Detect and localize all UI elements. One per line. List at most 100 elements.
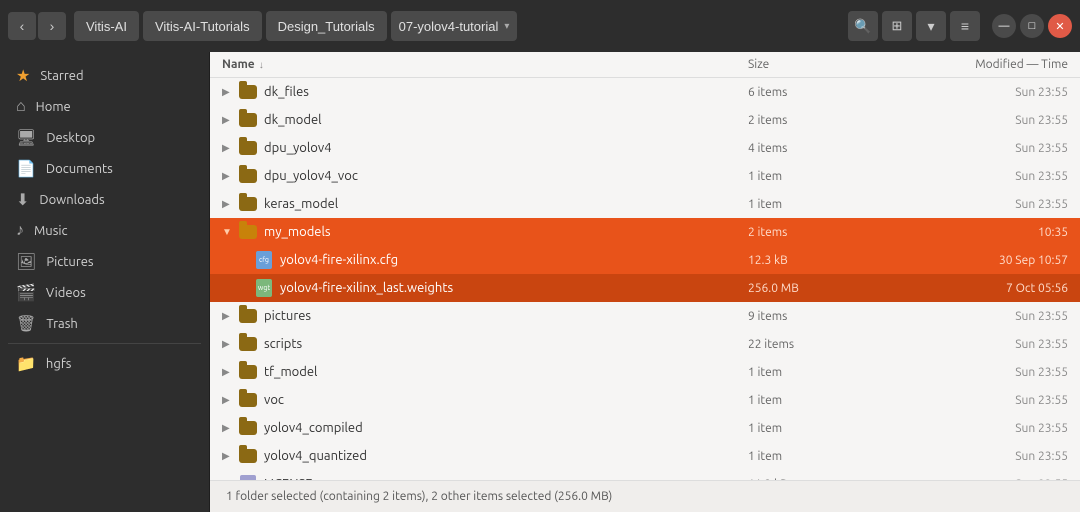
file-size: 1 item [748,366,868,379]
expand-icon: ▶ [222,450,238,462]
sidebar-item-downloads[interactable]: ⬇ Downloads [0,184,209,215]
table-row[interactable]: ▶ tf_model 1 item Sun 23:55 [210,358,1080,386]
col-name-label: Name [222,58,255,71]
sidebar-label-videos: Videos [46,286,86,300]
close-button[interactable]: ✕ [1048,14,1072,38]
file-size: 256.0 MB [748,282,868,295]
table-row-selected-weights[interactable]: wgt yolov4-fire-xilinx_last.weights 256.… [210,274,1080,302]
file-size: 1 item [748,422,868,435]
folder-icon [238,82,258,102]
breadcrumb-vitis-ai[interactable]: Vitis-AI [74,11,139,41]
folder-icon [238,334,258,354]
table-row[interactable]: ▶ voc 1 item Sun 23:55 [210,386,1080,414]
sidebar-item-pictures[interactable]: 🖼 Pictures [0,246,209,277]
file-size: 1 item [748,198,868,211]
file-size: 2 items [748,114,868,127]
hamburger-icon: ≡ [961,18,969,34]
expand-icon: ▶ [222,310,238,322]
table-row[interactable]: ▶ yolov4_quantized 1 item Sun 23:55 [210,442,1080,470]
sidebar-item-music[interactable]: ♪ Music [0,215,209,246]
table-row[interactable]: ▶ keras_model 1 item Sun 23:55 [210,190,1080,218]
table-row-selected[interactable]: ▼ my_models 2 items 10:35 [210,218,1080,246]
file-name: my_models [264,225,748,239]
sidebar-item-desktop[interactable]: 🖥 Desktop [0,122,209,153]
expand-icon: ▼ [222,226,238,238]
back-button[interactable]: ‹ [8,12,36,40]
status-text: 1 folder selected (containing 2 items), … [226,490,612,503]
table-row[interactable]: ▶ dk_files 6 items Sun 23:55 [210,78,1080,106]
folder-icon [238,418,258,438]
sidebar-item-hgfs[interactable]: 📁 hgfs [0,348,209,379]
forward-button[interactable]: › [38,12,66,40]
sidebar-label-music: Music [34,224,68,238]
table-row[interactable]: ▶ scripts 22 items Sun 23:55 [210,330,1080,358]
sidebar-label-home: Home [36,100,71,114]
file-list: ▶ dk_files 6 items Sun 23:55 ▶ dk_model … [210,78,1080,480]
grid-view-button[interactable]: ⊞ [882,11,912,41]
folder-icon [238,222,258,242]
expand-icon: ▶ [222,114,238,126]
file-size: 6 items [748,86,868,99]
file-size: 22 items [748,338,868,351]
file-date: Sun 23:55 [868,450,1068,463]
search-icon: 🔍 [854,18,871,35]
expand-icon: ▶ [222,86,238,98]
sidebar-label-desktop: Desktop [46,131,95,145]
breadcrumb-yolov4[interactable]: 07-yolov4-tutorial ▾ [391,11,518,41]
sidebar-item-home[interactable]: ⌂ Home [0,91,209,122]
folder-icon [238,110,258,130]
weights-file-icon: wgt [254,278,274,298]
file-date: Sun 23:55 [868,394,1068,407]
sidebar-label-starred: Starred [40,69,83,83]
search-button[interactable]: 🔍 [848,11,878,41]
file-name: yolov4_compiled [264,421,748,435]
sidebar-label-trash: Trash [46,317,77,331]
table-row[interactable]: ▶ dpu_yolov4_voc 1 item Sun 23:55 [210,162,1080,190]
file-name: dpu_yolov4_voc [264,169,748,183]
table-row[interactable]: ▶ pictures 9 items Sun 23:55 [210,302,1080,330]
minimize-button[interactable]: — [992,14,1016,38]
file-date: Sun 23:55 [868,86,1068,99]
maximize-button[interactable]: □ [1020,14,1044,38]
file-date: Sun 23:55 [868,338,1068,351]
sidebar-item-documents[interactable]: 📄 Documents [0,153,209,184]
sidebar-item-videos[interactable]: 🎬 Videos [0,277,209,308]
table-row-selected[interactable]: cfg yolov4-fire-xilinx.cfg 12.3 kB 30 Se… [210,246,1080,274]
breadcrumb-design[interactable]: Design_Tutorials [266,11,387,41]
expand-icon: ▶ [222,366,238,378]
table-row[interactable]: ▶ yolov4_compiled 1 item Sun 23:55 [210,414,1080,442]
desktop-icon: 🖥 [16,128,36,147]
file-size: 4 items [748,142,868,155]
documents-icon: 📄 [16,159,36,178]
sidebar-item-starred[interactable]: ★ Starred [0,60,209,91]
file-date: Sun 23:55 [868,114,1068,127]
folder-icon [238,446,258,466]
table-row[interactable]: ▶ dpu_yolov4 4 items Sun 23:55 [210,134,1080,162]
file-name: scripts [264,337,748,351]
file-date: Sun 23:55 [868,142,1068,155]
folder-icon [238,166,258,186]
expand-icon: ▶ [222,394,238,406]
main-content: ★ Starred ⌂ Home 🖥 Desktop 📄 Documents ⬇… [0,52,1080,512]
sidebar-item-trash[interactable]: 🗑 Trash [0,308,209,339]
file-size: 2 items [748,226,868,239]
file-date: Sun 23:55 [868,310,1068,323]
menu-button[interactable]: ≡ [950,11,980,41]
file-name: pictures [264,309,748,323]
breadcrumb-tutorials[interactable]: Vitis-AI-Tutorials [143,11,262,41]
file-date: 7 Oct 05:56 [868,282,1068,295]
nav-buttons: ‹ › [8,12,66,40]
view-dropdown-icon: ▾ [927,18,934,35]
file-name: yolov4-fire-xilinx_last.weights [280,281,748,295]
table-row[interactable]: ▶ dk_model 2 items Sun 23:55 [210,106,1080,134]
sidebar-label-hgfs: hgfs [46,357,72,371]
view-options-button[interactable]: ▾ [916,11,946,41]
col-modified-label: Modified — Time [868,58,1068,71]
file-size: 9 items [748,310,868,323]
trash-icon: 🗑 [16,314,36,333]
folder-icon [238,138,258,158]
table-row[interactable]: lic LICENSE 11.3 kB Sun 23:55 [210,470,1080,480]
file-panel: Name ↓ Size Modified — Time ▶ dk_files 6… [210,52,1080,512]
file-date: Sun 23:55 [868,366,1068,379]
file-date: 30 Sep 10:57 [868,254,1068,267]
